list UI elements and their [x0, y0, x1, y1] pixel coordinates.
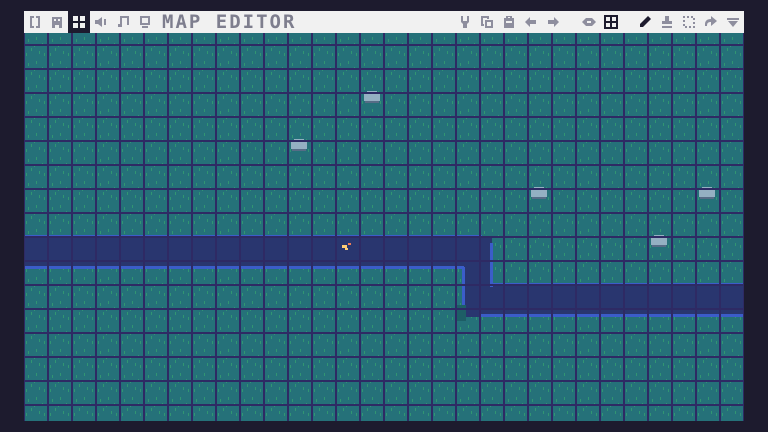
- menu-arrow-icon[interactable]: [722, 11, 744, 33]
- code-tab-icon[interactable]: [24, 11, 46, 33]
- page-title: MAP EDITOR: [162, 11, 297, 33]
- draw-tools: [634, 11, 744, 33]
- editor-tabs: [24, 11, 156, 33]
- pencil-icon[interactable]: [634, 11, 656, 33]
- select-icon[interactable]: [678, 11, 700, 33]
- river-edge: [479, 314, 744, 317]
- sprite-tab-icon[interactable]: [46, 11, 68, 33]
- view-tools: [578, 11, 622, 33]
- eye-icon[interactable]: [578, 11, 600, 33]
- toolbar: MAP EDITOR: [24, 11, 744, 33]
- river-edge: [490, 243, 493, 287]
- screen-tab-icon[interactable]: [134, 11, 156, 33]
- undo-icon[interactable]: [520, 11, 542, 33]
- edit-tools: [454, 11, 564, 33]
- tile-map[interactable]: [24, 33, 744, 421]
- map-tab-icon[interactable]: [68, 11, 90, 33]
- redo-icon[interactable]: [542, 11, 564, 33]
- shift-icon[interactable]: [700, 11, 722, 33]
- editor-window: MAP EDITOR: [24, 11, 744, 421]
- map-canvas[interactable]: [24, 33, 744, 421]
- copy-icon[interactable]: [476, 11, 498, 33]
- paste-icon[interactable]: [498, 11, 520, 33]
- stamp-icon[interactable]: [656, 11, 678, 33]
- river-segment-left: [24, 237, 484, 269]
- bank-shadow: [456, 305, 466, 321]
- cut-icon[interactable]: [454, 11, 476, 33]
- music-tab-icon[interactable]: [112, 11, 134, 33]
- river-edge: [24, 266, 464, 269]
- river-segment-right: [479, 285, 744, 317]
- grid-toggle-icon[interactable]: [600, 11, 622, 33]
- sfx-tab-icon[interactable]: [90, 11, 112, 33]
